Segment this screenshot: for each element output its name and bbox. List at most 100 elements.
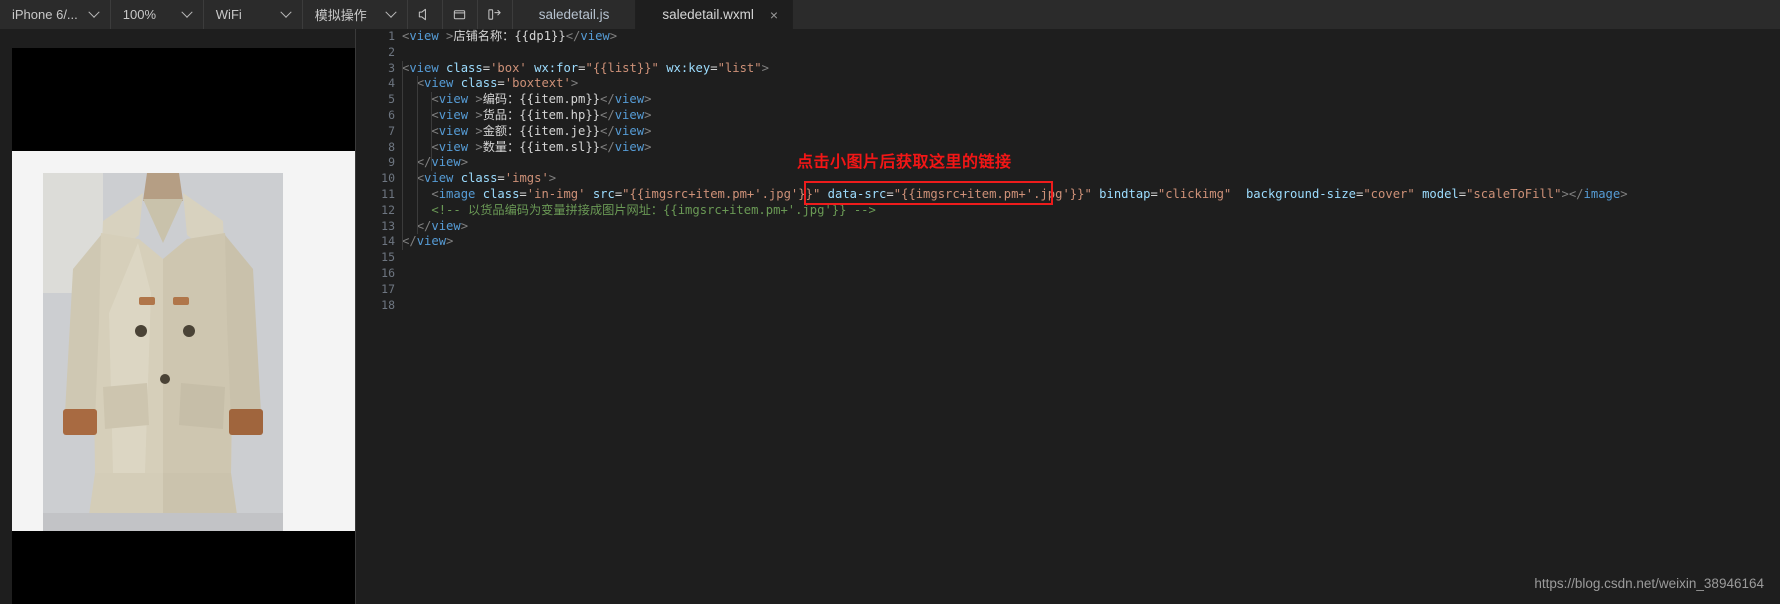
code-line[interactable]	[402, 45, 1780, 61]
code-line[interactable]: <view >数量：{{item.sl}}</view>	[402, 140, 1780, 156]
split-pane-button[interactable]	[478, 0, 513, 29]
line-number: 5	[388, 92, 395, 107]
code-token: >	[644, 107, 652, 122]
code-token: =	[886, 186, 894, 201]
code-token: >	[468, 107, 483, 122]
tab-label: saledetail.wxml	[662, 7, 754, 22]
code-token: =	[1458, 186, 1467, 201]
product-image-thumbnail[interactable]	[43, 173, 283, 531]
code-token: </	[600, 107, 615, 122]
code-token: view	[416, 234, 447, 249]
code-token: view	[438, 139, 469, 154]
code-line[interactable]: <view class='boxtext'>	[402, 76, 1780, 92]
mute-toggle-button[interactable]	[408, 0, 443, 29]
code-line[interactable]	[402, 298, 1780, 314]
line-number: 4	[388, 76, 395, 91]
simulate-action-selector[interactable]: 模拟操作	[303, 0, 408, 29]
network-selector[interactable]: WiFi	[204, 0, 303, 29]
code-line[interactable]: <view >金额：{{item.je}}</view>	[402, 124, 1780, 140]
device-selector[interactable]: iPhone 6/...	[0, 0, 111, 29]
code-token: view	[614, 123, 645, 138]
code-token: class	[460, 171, 498, 186]
editor-tab-bar: saledetail.js saledetail.wxml ×	[512, 0, 794, 29]
code-token: <	[416, 171, 425, 186]
code-line[interactable]	[402, 250, 1780, 266]
code-line[interactable]: <view >编码：{{item.pm}}</view>	[402, 92, 1780, 108]
code-token: >	[609, 29, 618, 43]
coat-photo-illustration	[43, 173, 283, 531]
code-token: >	[644, 139, 652, 154]
zoom-selector[interactable]: 100%	[111, 0, 204, 29]
code-token: view	[438, 107, 469, 122]
code-token: </	[416, 155, 432, 170]
code-line[interactable]: </view>	[402, 234, 1780, 250]
code-token: =	[710, 60, 718, 75]
tab-saledetail-wxml[interactable]: saledetail.wxml ×	[636, 0, 794, 29]
annotation-text: 点击小图片后获取这里的链接	[797, 152, 1012, 171]
code-token: wx:for	[534, 60, 579, 75]
code-line[interactable]	[402, 282, 1780, 298]
split-pane-icon	[486, 7, 503, 22]
line-number: 16	[381, 265, 395, 280]
code-token: view	[580, 29, 610, 43]
code-token: 'box'	[490, 60, 527, 75]
line-number: 11	[381, 186, 395, 201]
code-token: view	[438, 92, 469, 107]
code-token: >	[446, 234, 454, 249]
line-number: 7	[388, 123, 395, 138]
wechat-devtools-window: iPhone 6/... 100% WiFi 模拟操作 saledetail.j…	[0, 0, 1780, 604]
detach-window-button[interactable]	[443, 0, 478, 29]
code-token: >	[438, 29, 454, 43]
code-text-surface[interactable]: <view >店铺名称：{{dp1}}</view> <view class='…	[402, 29, 1780, 604]
code-line[interactable]: <view >店铺名称：{{dp1}}</view>	[402, 29, 1780, 45]
code-token: =	[497, 171, 505, 186]
line-number: 6	[388, 107, 395, 122]
indent-guide	[402, 60, 403, 251]
code-token: 'boxtext'	[504, 76, 571, 91]
speaker-mute-icon	[417, 7, 432, 22]
code-token: >	[460, 218, 469, 233]
code-token: <	[431, 139, 439, 154]
code-token: 'in-img'	[526, 186, 586, 201]
code-token: "clickimg"	[1157, 186, 1232, 201]
code-line[interactable]: <!-- 以货品编码为变量拼接成图片网址：{{imgsrc+item.pm+'.…	[402, 203, 1780, 219]
code-line[interactable]: </view>	[402, 155, 1780, 171]
simulate-action-label: 模拟操作	[314, 8, 367, 23]
line-number: 18	[381, 297, 395, 312]
code-token: image	[1583, 186, 1621, 201]
line-number: 13	[381, 218, 395, 233]
code-token: </	[402, 234, 417, 249]
code-token: view	[614, 139, 645, 154]
code-line[interactable]: <view class='imgs'>	[402, 171, 1780, 187]
phone-screen[interactable]	[12, 48, 355, 604]
tab-saledetail-js[interactable]: saledetail.js	[512, 0, 637, 29]
code-token: <	[431, 123, 439, 138]
code-token: </	[600, 139, 615, 154]
code-line[interactable]: <view class='box' wx:for="{{list}}" wx:k…	[402, 61, 1780, 77]
code-token: <	[431, 92, 439, 107]
code-token: 'imgs'	[504, 171, 549, 186]
code-token: view	[431, 155, 461, 170]
code-token: bindtap	[1099, 186, 1151, 201]
line-number: 14	[381, 234, 395, 249]
code-token: <	[416, 76, 425, 91]
code-token: view	[614, 92, 645, 107]
code-line[interactable]	[402, 266, 1780, 282]
code-token: >	[468, 123, 483, 138]
code-token: "{{imgsrc+item.pm+'.jpg'}}"	[622, 186, 821, 201]
line-number: 8	[388, 139, 395, 154]
code-line[interactable]: </view>	[402, 219, 1780, 235]
code-line[interactable]: <view >货品：{{item.hp}}</view>	[402, 108, 1780, 124]
code-token: "{{list}}"	[585, 60, 659, 75]
line-number: 1	[388, 29, 395, 43]
code-token: 店铺名称：	[453, 29, 515, 43]
code-editor[interactable]: 1 2 3 4 5 6 7 8 9 10 11 12 13 14 15 16 1…	[356, 29, 1780, 604]
code-token: view	[424, 171, 454, 186]
code-line[interactable]: <image class='in-img' src="{{imgsrc+item…	[402, 187, 1780, 203]
preview-black-band-bottom	[12, 531, 355, 604]
close-icon[interactable]: ×	[770, 8, 778, 22]
